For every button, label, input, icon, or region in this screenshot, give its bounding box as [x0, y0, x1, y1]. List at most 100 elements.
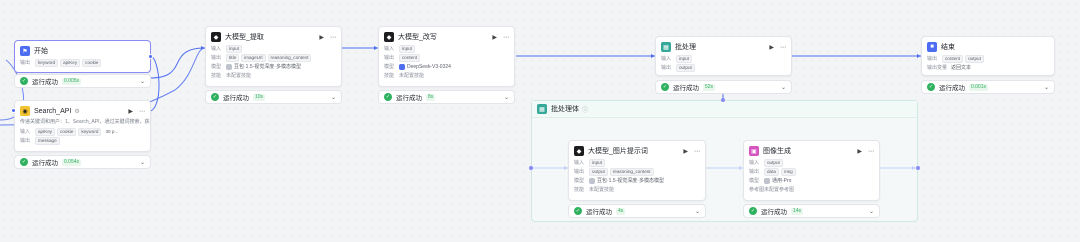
- batch-body-left-port[interactable]: [529, 166, 533, 170]
- input-label: 输入: [661, 56, 672, 62]
- status-label: 运行成功: [32, 79, 58, 86]
- llm-rewrite-status-bar[interactable]: ✓ 运行成功 8s ⌄: [378, 90, 515, 104]
- output-label: 输出: [211, 55, 222, 61]
- batch-icon: ▦: [661, 42, 671, 52]
- output-chip: msg: [780, 167, 796, 176]
- image-gen-title: 图像生成: [763, 148, 791, 155]
- more-icon[interactable]: ⋯: [139, 108, 145, 115]
- batch-node[interactable]: ▦ 批处理 ▶ ⋯ 输入 input 输出 output: [655, 36, 792, 76]
- batch-body-right-port[interactable]: [916, 166, 920, 170]
- status-time-badge: 8s: [426, 93, 436, 101]
- skill-label: 技能: [384, 73, 395, 79]
- model-label: 模型: [211, 64, 222, 70]
- input-label: 输入: [20, 129, 31, 135]
- start-output-handle[interactable]: [148, 54, 153, 59]
- start-status-bar[interactable]: ✓ 运行成功 0.005s ⌄: [14, 74, 151, 88]
- output-label: 输出: [20, 138, 31, 144]
- run-icon[interactable]: ▶: [769, 44, 774, 51]
- llm-extract-title: 大模型_提取: [225, 34, 264, 41]
- skill-value: 未配置技能: [399, 73, 425, 79]
- search-input-handle[interactable]: [11, 108, 16, 113]
- run-icon[interactable]: ▶: [319, 34, 324, 41]
- llm-extract-status-bar[interactable]: ✓ 运行成功 10s ⌄: [205, 90, 342, 104]
- model-name: DeepSeek-V3-0324: [407, 63, 451, 70]
- chevron-down-icon[interactable]: ⌄: [331, 94, 336, 101]
- chevron-down-icon[interactable]: ⌄: [781, 84, 786, 91]
- success-check-icon: ✓: [20, 77, 28, 85]
- batch-body-top-port[interactable]: [721, 98, 725, 102]
- output-chip: imageUrl: [241, 53, 266, 62]
- batch-status-bar[interactable]: ✓ 运行成功 52s ⌄: [655, 80, 792, 94]
- llm-prompt-status-bar[interactable]: ✓ 运行成功 4s ⌄: [568, 204, 706, 218]
- output-chip: reasoning_content: [609, 167, 654, 176]
- more-icon[interactable]: ⋯: [330, 34, 336, 41]
- status-label: 运行成功: [223, 95, 249, 102]
- status-label: 运行成功: [586, 209, 612, 216]
- input-chip: input: [399, 44, 415, 53]
- start-node[interactable]: ⚑ 开始 输出 keyword apiKey cookie: [14, 40, 151, 73]
- llm-rewrite-node[interactable]: ◆ 大模型_改写 ▶ ⋯ 输入 input 输出 content 模型 DeepSee…: [378, 26, 515, 87]
- output-chip: title: [226, 53, 240, 62]
- status-label: 运行成功: [939, 85, 965, 92]
- model-name: 通用-Pro: [772, 178, 792, 184]
- model-logo-icon: [399, 63, 405, 70]
- chevron-down-icon[interactable]: ⌄: [869, 208, 874, 215]
- chevron-down-icon[interactable]: ⌄: [695, 208, 700, 215]
- run-icon[interactable]: ▶: [128, 108, 133, 115]
- output-chip: output: [676, 63, 695, 72]
- end-status-bar[interactable]: ✓ 运行成功 0.001s ⌄: [921, 80, 1055, 94]
- llm-rewrite-title: 大模型_改写: [398, 34, 437, 41]
- output-chip: output: [965, 54, 984, 63]
- input-label: 输入: [574, 160, 585, 166]
- chevron-down-icon[interactable]: ⌄: [140, 159, 145, 166]
- output-chip: data: [764, 167, 779, 176]
- output-chip: content: [399, 53, 421, 62]
- search-node-description: 传递关键词和用户：1、Search_API，通过关键词搜索，获取...: [20, 119, 150, 125]
- skill-value: 未配置技能: [589, 187, 615, 193]
- image-gen-icon: ▣: [749, 146, 759, 156]
- llm-prompt-node[interactable]: ◆ 大模型_图片提示词 ▶ ⋯ 输入 input 输出 output reasonin…: [568, 140, 706, 201]
- input-label: 输入: [211, 46, 222, 52]
- model-logo-icon: [589, 177, 595, 184]
- output-chip: content: [942, 54, 964, 63]
- model-name: 豆包·1.5·视觉深度·多模态模型: [597, 178, 664, 184]
- search-status-bar[interactable]: ✓ 运行成功 0.054s ⌄: [14, 155, 151, 169]
- more-icon[interactable]: ⋯: [503, 34, 509, 41]
- llm-extract-node[interactable]: ◆ 大模型_提取 ▶ ⋯ 输入 input 输出 title imageUrl reas…: [205, 26, 342, 87]
- model-icon: ◆: [211, 32, 221, 42]
- run-icon[interactable]: ▶: [857, 148, 862, 155]
- image-gen-node[interactable]: ▣ 图像生成 ▶ ⋯ 输入 output 输出 data msg 模型 通用-Pro 参…: [743, 140, 880, 201]
- chevron-down-icon[interactable]: ⌄: [140, 78, 145, 85]
- input-chip: input: [226, 44, 242, 53]
- chevron-down-icon[interactable]: ⌄: [504, 94, 509, 101]
- output-label: 输出: [384, 55, 395, 61]
- edge-start-extract: [149, 47, 206, 79]
- chevron-down-icon[interactable]: ⌄: [1044, 84, 1049, 91]
- output-chip: message: [35, 136, 60, 145]
- batch-node-title: 批处理: [675, 44, 696, 51]
- start-outputs-row: 输出 keyword apiKey cookie: [15, 58, 150, 67]
- skill-label: 技能: [211, 73, 222, 79]
- search-api-node[interactable]: ◉ Search_API ⚙ ▶ ⋯ 传递关键词和用户：1、Search_API…: [14, 100, 151, 152]
- reference-value: 未配置参考图: [764, 187, 795, 193]
- run-icon[interactable]: ▶: [683, 148, 688, 155]
- model-icon: ◆: [574, 146, 584, 156]
- input-label: 输入: [384, 46, 395, 52]
- run-icon[interactable]: ▶: [492, 34, 497, 41]
- more-icon[interactable]: ⋯: [868, 148, 874, 155]
- success-check-icon: ✓: [661, 83, 669, 91]
- image-gen-status-bar[interactable]: ✓ 运行成功 14s ⌄: [743, 204, 880, 218]
- model-label: 模型: [749, 178, 760, 184]
- status-label: 运行成功: [673, 85, 699, 92]
- more-icon[interactable]: ⋯: [694, 148, 700, 155]
- input-chip: output: [764, 158, 783, 167]
- end-node[interactable]: ■ 结束 输出 content output 输出变量 返回文本: [921, 36, 1055, 76]
- output-chip: reasoning_content: [267, 53, 312, 62]
- info-icon[interactable]: ⓘ: [582, 105, 588, 114]
- input-chip: 30 p...: [105, 128, 119, 134]
- start-node-title: 开始: [34, 48, 48, 55]
- search-inputs-row: 输入 apiKey cookie keyword 30 p...: [15, 127, 150, 136]
- output-label: 输出: [749, 169, 760, 175]
- more-icon[interactable]: ⋯: [780, 44, 786, 51]
- flag-icon: ⚑: [20, 46, 30, 56]
